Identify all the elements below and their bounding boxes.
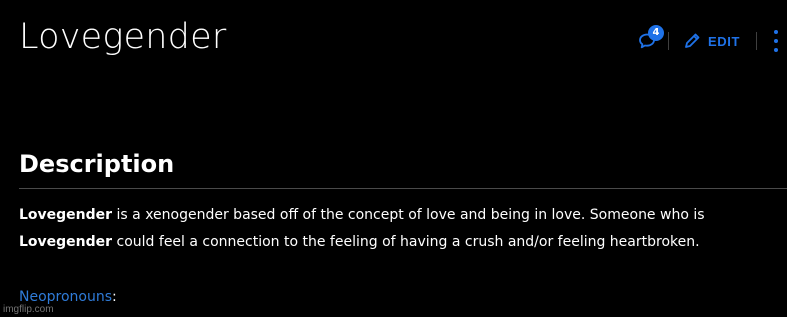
- description-text: is a xenogender based off of the concept…: [112, 207, 705, 223]
- term-bold: Lovegender: [19, 234, 113, 250]
- more-options-button[interactable]: [771, 30, 781, 52]
- article-page: Lovegender 4 EDIT Description Lovegender…: [0, 0, 787, 317]
- watermark: imgflip.com: [3, 304, 54, 315]
- description-paragraph: Lovegender is a xenogender based off of …: [19, 202, 779, 256]
- section-divider: [19, 188, 787, 189]
- edit-button[interactable]: EDIT: [683, 32, 740, 50]
- edit-label: EDIT: [707, 33, 740, 49]
- page-toolbar: 4 EDIT: [635, 25, 781, 56]
- comments-button[interactable]: 4: [635, 25, 664, 55]
- toolbar-divider: [667, 32, 669, 50]
- more-vertical-icon: [774, 30, 778, 34]
- neopronouns-link[interactable]: Neopronouns: [19, 289, 112, 305]
- pencil-icon: [685, 33, 700, 48]
- neopronouns-colon: :: [112, 289, 117, 305]
- comment-count-badge: 4: [647, 25, 664, 41]
- description-text: could feel a connection to the feeling o…: [112, 234, 700, 250]
- term-bold: Lovegender: [19, 207, 113, 223]
- page-title: Lovegender: [19, 17, 227, 57]
- description-heading: Description: [19, 150, 175, 178]
- toolbar-divider: [756, 32, 757, 50]
